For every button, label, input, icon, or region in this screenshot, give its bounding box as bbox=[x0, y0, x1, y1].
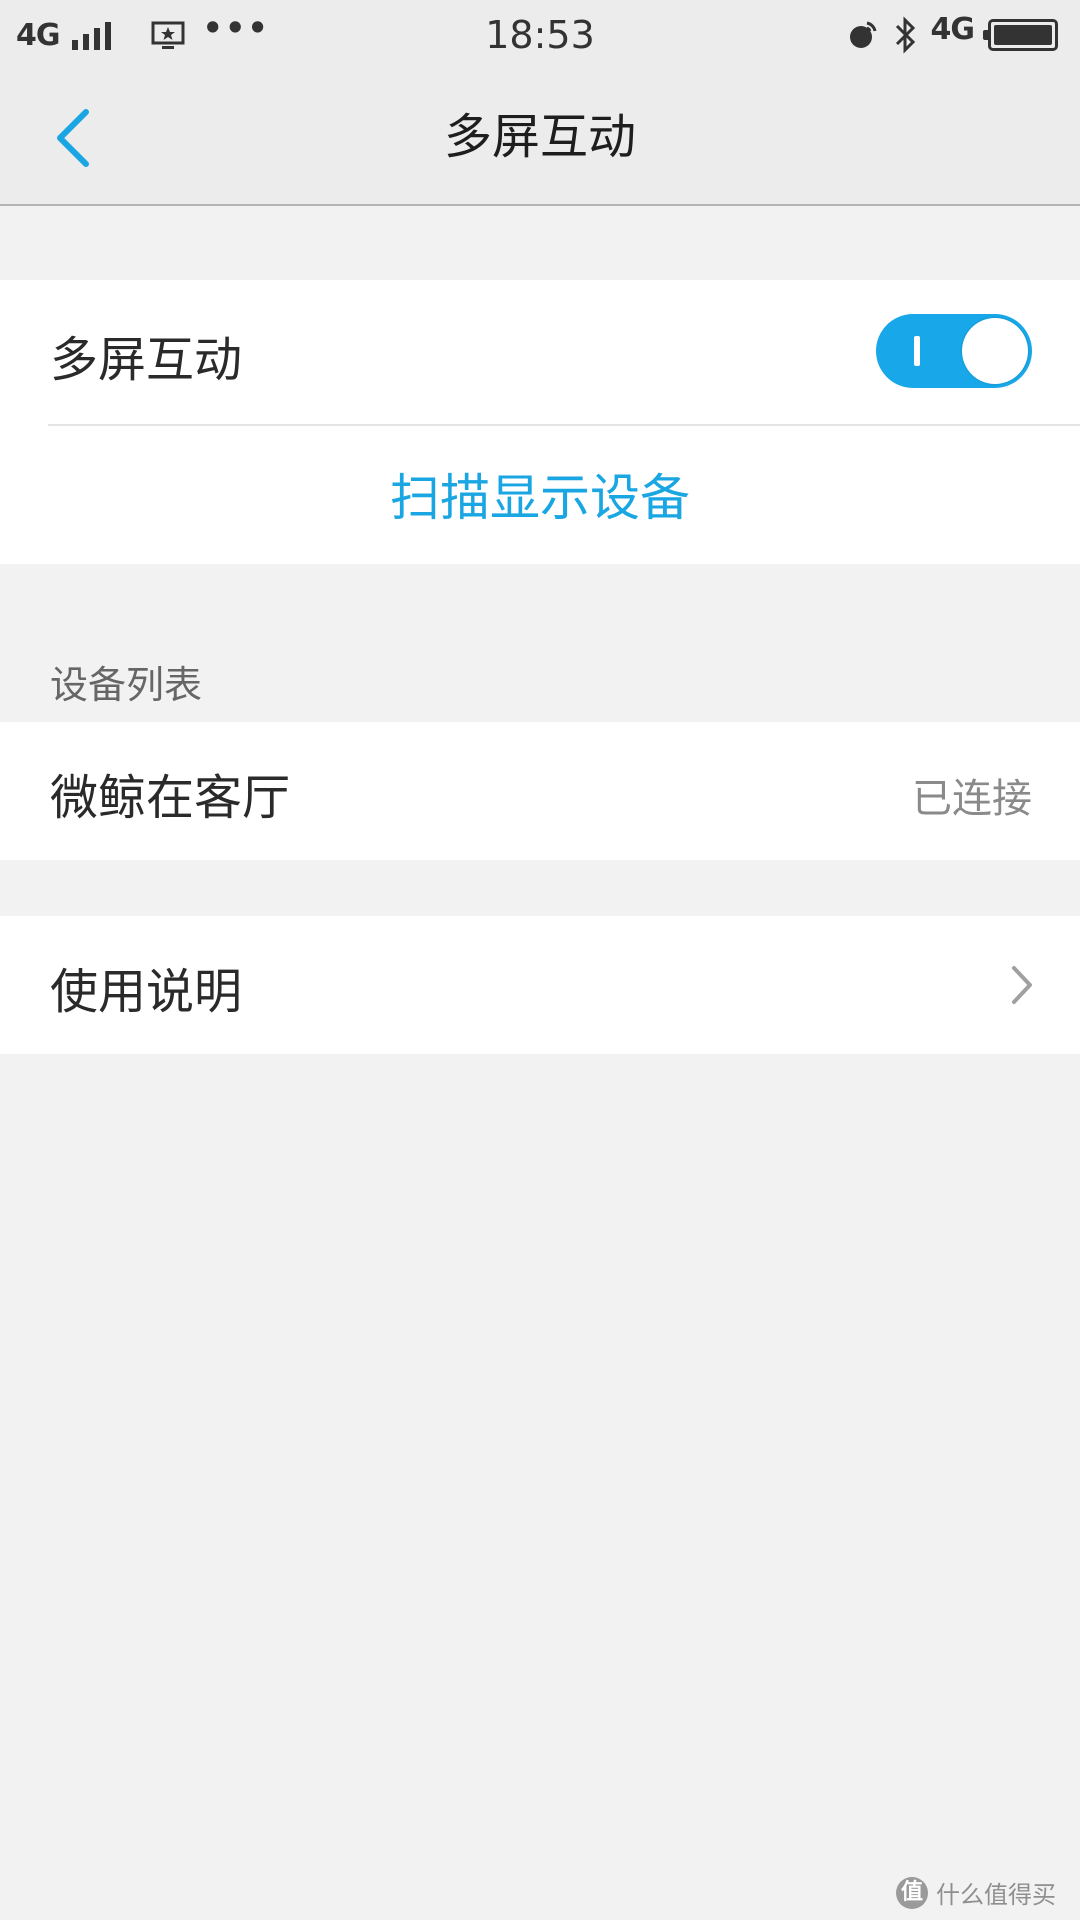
help-label: 使用说明 bbox=[50, 964, 243, 1020]
chevron-right-icon bbox=[1012, 966, 1032, 1004]
multiscreen-card: 多屏互动 扫描显示设备 bbox=[0, 280, 1080, 564]
nfc-icon bbox=[849, 21, 876, 48]
device-name: 微鲸在客厅 bbox=[50, 770, 291, 826]
battery-icon bbox=[983, 19, 1058, 51]
help-row[interactable]: 使用说明 bbox=[0, 916, 1080, 1054]
device-row[interactable]: 微鲸在客厅 已连接 bbox=[0, 722, 1080, 860]
status-bar: 4G ••• 18:53 4G bbox=[0, 0, 1080, 70]
watermark: 值 什么值得买 bbox=[896, 1875, 1056, 1910]
nav-bar: 多屏互动 bbox=[0, 70, 1080, 206]
device-status: 已连接 bbox=[912, 776, 1032, 822]
multiscreen-toggle-label: 多屏互动 bbox=[50, 332, 243, 388]
toggle-knob bbox=[962, 318, 1028, 384]
status-right: 4G bbox=[847, 11, 1058, 58]
bluetooth-icon bbox=[895, 16, 915, 54]
divider bbox=[48, 424, 1080, 426]
watermark-text: 什么值得买 bbox=[936, 1881, 1056, 1909]
watermark-logo: 值 bbox=[896, 1876, 928, 1909]
multiscreen-toggle[interactable] bbox=[876, 314, 1032, 388]
network-type-label-right: 4G bbox=[930, 11, 975, 47]
toggle-on-mark bbox=[914, 336, 920, 366]
device-list-header: 设备列表 bbox=[50, 663, 203, 707]
page-title: 多屏互动 bbox=[443, 109, 636, 165]
scan-devices-button[interactable]: 扫描显示设备 bbox=[0, 458, 1080, 530]
